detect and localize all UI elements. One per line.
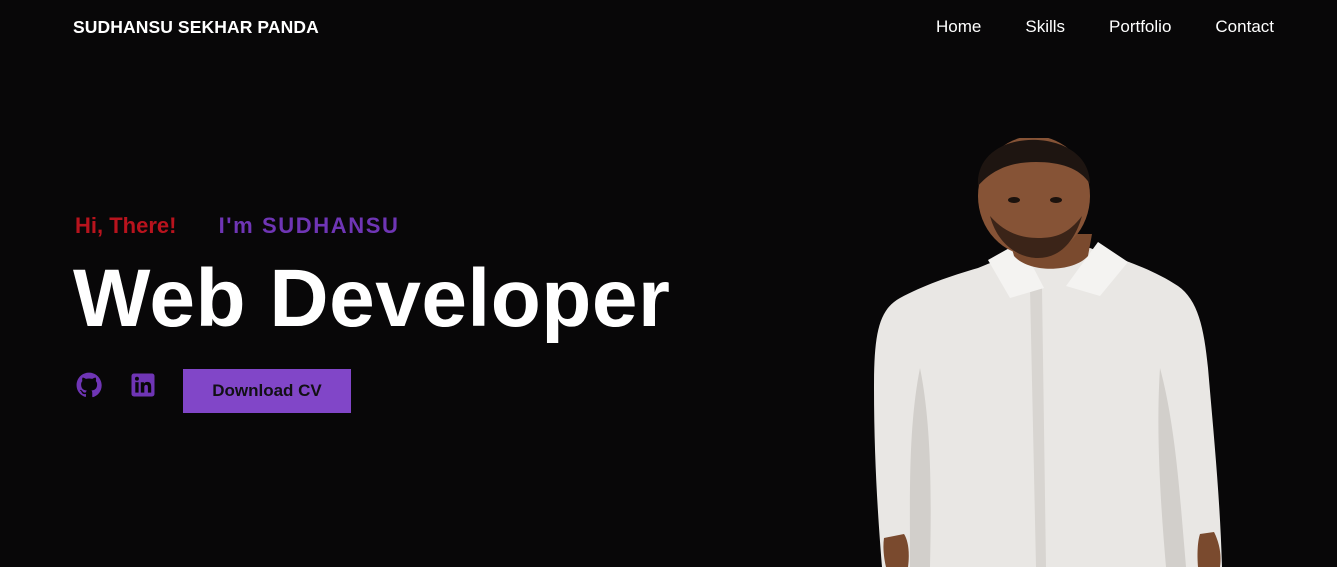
hero-greeting-line: Hi, There! I'm SUDHANSU <box>75 213 400 239</box>
intro-text: I'm SUDHANSU <box>218 213 400 238</box>
profile-photo <box>874 138 1222 567</box>
main-nav: Home Skills Portfolio Contact <box>936 17 1274 37</box>
nav-portfolio-link[interactable]: Portfolio <box>1109 17 1171 37</box>
github-icon[interactable] <box>76 372 102 398</box>
hero-title: Web Developer <box>73 253 671 344</box>
social-links <box>76 372 156 398</box>
download-cv-button[interactable]: Download CV <box>183 369 351 413</box>
greeting-text: Hi, There! <box>75 213 177 238</box>
nav-home-link[interactable]: Home <box>936 17 981 37</box>
nav-skills-link[interactable]: Skills <box>1025 17 1065 37</box>
linkedin-icon[interactable] <box>130 372 156 398</box>
brand-name[interactable]: SUDHANSU SEKHAR PANDA <box>73 17 319 38</box>
nav-contact-link[interactable]: Contact <box>1215 17 1274 37</box>
page: SUDHANSU SEKHAR PANDA Home Skills Portfo… <box>0 0 1337 567</box>
